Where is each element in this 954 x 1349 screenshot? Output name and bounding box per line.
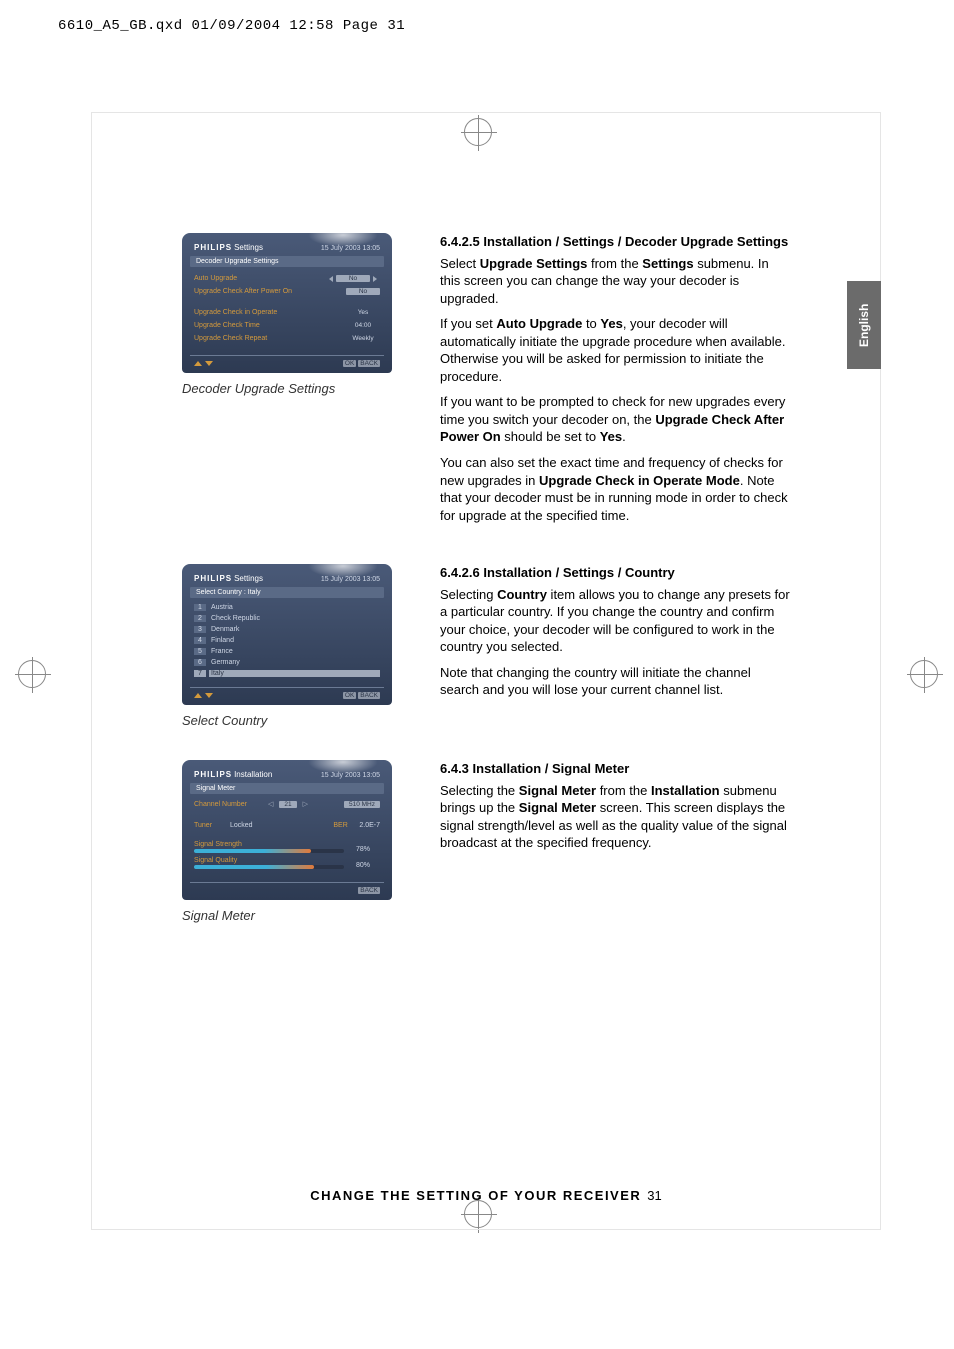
figure-caption: Select Country: [182, 713, 392, 728]
ber-value: 2.0E-7: [359, 822, 380, 829]
option-row: Upgrade Check RepeatWeekly: [194, 333, 380, 344]
option-value: 04:00: [346, 322, 380, 329]
chevron-right-icon: ▷: [303, 800, 308, 808]
print-slug: 6610_A5_GB.qxd 01/09/2004 12:58 Page 31: [58, 18, 405, 34]
chevron-left-icon: [329, 276, 333, 282]
country-index: 1: [194, 604, 206, 611]
country-row: 2Check Republic: [194, 613, 380, 624]
country-index: 2: [194, 615, 206, 622]
country-index: 4: [194, 637, 206, 644]
body-text: Select Upgrade Settings from the Setting…: [440, 255, 790, 308]
body-text: Note that changing the country will init…: [440, 664, 790, 699]
country-row: 3Denmark: [194, 624, 380, 635]
section-heading: 6.4.2.5 Installation / Settings / Decode…: [440, 233, 790, 251]
tv-screen-title: Settings: [234, 574, 263, 583]
chevron-left-icon: ◁: [268, 800, 273, 808]
country-name: Denmark: [209, 626, 380, 633]
registration-mark: [910, 660, 938, 688]
body-text: Selecting Country item allows you to cha…: [440, 586, 790, 656]
signal-strength-pct: 78%: [356, 846, 370, 853]
country-row: 7Italy: [194, 668, 380, 679]
country-row: 5France: [194, 646, 380, 657]
country-index: 6: [194, 659, 206, 666]
nav-arrows-icon: [194, 693, 213, 698]
ber-label: BER: [333, 822, 353, 829]
signal-quality-pct: 80%: [356, 862, 370, 869]
signal-quality-label: Signal Quality: [194, 857, 380, 864]
tv-foot-buttons: OKBACK: [341, 692, 380, 699]
tuner-label: Tuner: [194, 822, 224, 829]
option-label: Auto Upgrade: [194, 275, 326, 282]
country-name: Finland: [209, 637, 380, 644]
page-frame: English PHILIPS Settings 15 July 2003 13…: [91, 112, 881, 1230]
tv-brand: PHILIPS: [194, 574, 232, 583]
tv-screen-title: Settings: [234, 243, 263, 252]
country-index: 7: [194, 670, 206, 677]
option-row: Upgrade Check After Power OnNo: [194, 286, 380, 297]
option-value: Weekly: [346, 335, 380, 342]
option-value: No: [346, 288, 380, 295]
country-index: 3: [194, 626, 206, 633]
tv-screen-title: Installation: [234, 770, 272, 779]
option-label: Upgrade Check in Operate: [194, 309, 346, 316]
country-name: Germany: [209, 659, 380, 666]
option-label: Upgrade Check Time: [194, 322, 346, 329]
option-value: Yes: [346, 309, 380, 316]
body-text: Selecting the Signal Meter from the Inst…: [440, 782, 790, 852]
body-text: If you set Auto Upgrade to Yes, your dec…: [440, 315, 790, 385]
screenshot-signal-meter: PHILIPS Installation 15 July 2003 13:05 …: [182, 760, 392, 900]
country-row: 1Austria: [194, 602, 380, 613]
signal-strength-bar: 78%: [194, 849, 344, 853]
option-row: Upgrade Check Time04:00: [194, 320, 380, 331]
figure-caption: Signal Meter: [182, 908, 392, 923]
page-content: PHILIPS Settings 15 July 2003 13:05 Deco…: [182, 233, 862, 955]
country-name: Check Republic: [209, 615, 380, 622]
section-heading: 6.4.3 Installation / Signal Meter: [440, 760, 790, 778]
signal-quality-bar: 80%: [194, 865, 344, 869]
country-name: Austria: [209, 604, 380, 611]
channel-number-value: 21: [279, 801, 296, 808]
frequency-value: 510 MHz: [344, 801, 380, 808]
option-row: Auto Upgrade No: [194, 273, 380, 284]
nav-arrows-icon: [194, 361, 213, 366]
tv-subtitle: Decoder Upgrade Settings: [190, 256, 384, 267]
signal-strength-label: Signal Strength: [194, 841, 380, 848]
tv-brand: PHILIPS: [194, 243, 232, 252]
channel-number-label: Channel Number: [194, 801, 262, 808]
tv-foot-buttons: OKBACK: [341, 360, 380, 367]
page-footer: CHANGE THE SETTING OF YOUR RECEIVER31: [92, 1188, 880, 1203]
section-heading: 6.4.2.6 Installation / Settings / Countr…: [440, 564, 790, 582]
option-row: Upgrade Check in OperateYes: [194, 307, 380, 318]
country-name: Italy: [209, 670, 380, 677]
body-text: You can also set the exact time and freq…: [440, 454, 790, 524]
option-label: Upgrade Check After Power On: [194, 288, 346, 295]
chevron-right-icon: [373, 276, 377, 282]
country-row: 6Germany: [194, 657, 380, 668]
option-value: No: [336, 275, 370, 282]
body-text: If you want to be prompted to check for …: [440, 393, 790, 446]
registration-mark: [18, 660, 46, 688]
tuner-value: Locked: [230, 822, 253, 829]
screenshot-decoder-upgrade: PHILIPS Settings 15 July 2003 13:05 Deco…: [182, 233, 392, 373]
screenshot-select-country: PHILIPS Settings 15 July 2003 13:05 Sele…: [182, 564, 392, 705]
country-index: 5: [194, 648, 206, 655]
tv-brand: PHILIPS: [194, 770, 232, 779]
option-label: Upgrade Check Repeat: [194, 335, 346, 342]
tv-foot-buttons: BACK: [356, 887, 380, 894]
country-row: 4Finland: [194, 635, 380, 646]
country-name: France: [209, 648, 380, 655]
figure-caption: Decoder Upgrade Settings: [182, 381, 392, 396]
tv-subtitle: Signal Meter: [190, 783, 384, 794]
tv-subtitle: Select Country : Italy: [190, 587, 384, 598]
